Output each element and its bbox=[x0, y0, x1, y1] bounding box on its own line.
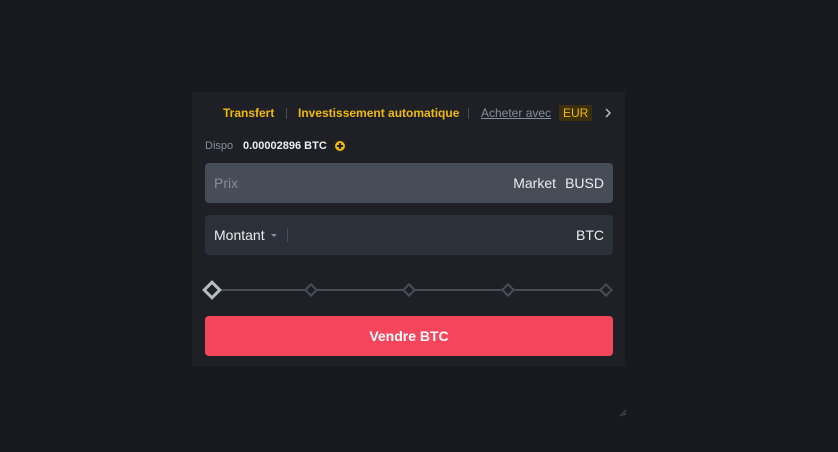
price-mode: Market bbox=[513, 175, 556, 191]
amount-percent-slider[interactable] bbox=[202, 280, 614, 300]
caret-down-icon[interactable] bbox=[271, 234, 277, 237]
amount-unit: BTC bbox=[576, 227, 604, 243]
resize-grip-icon[interactable] bbox=[617, 404, 627, 417]
slider-mark-50[interactable] bbox=[401, 282, 417, 298]
amount-type-selector[interactable]: Montant bbox=[214, 215, 265, 255]
price-placeholder: Prix bbox=[214, 175, 239, 191]
auto-invest-link[interactable]: Investissement automatique bbox=[298, 104, 459, 122]
slider-mark-75[interactable] bbox=[500, 282, 516, 298]
divider bbox=[468, 108, 469, 119]
slider-mark-25[interactable] bbox=[303, 282, 319, 298]
price-field[interactable]: Prix Market BUSD bbox=[205, 163, 613, 203]
trade-panel: Transfert Investissement automatique Ach… bbox=[192, 92, 625, 366]
chevron-right-icon[interactable] bbox=[603, 104, 613, 122]
amount-field: Montant BTC bbox=[205, 215, 613, 255]
trade-top-links: Transfert Investissement automatique Ach… bbox=[192, 104, 625, 122]
price-unit: BUSD bbox=[565, 175, 604, 191]
slider-mark-100[interactable] bbox=[598, 282, 614, 298]
buy-with-link[interactable]: Acheter avec bbox=[481, 104, 551, 122]
slider-handle[interactable] bbox=[202, 280, 222, 300]
available-value: 0.00002896 BTC bbox=[243, 140, 327, 152]
available-balance: Dispo 0.00002896 BTC bbox=[205, 139, 345, 153]
available-label: Dispo bbox=[205, 140, 234, 152]
sell-btc-button[interactable]: Vendre BTC bbox=[205, 316, 613, 356]
divider bbox=[286, 108, 287, 119]
amount-input[interactable] bbox=[295, 215, 565, 255]
currency-badge[interactable]: EUR bbox=[559, 105, 593, 121]
divider bbox=[287, 228, 288, 242]
transfer-link[interactable]: Transfert bbox=[223, 104, 274, 122]
plus-circle-icon[interactable] bbox=[335, 141, 345, 151]
